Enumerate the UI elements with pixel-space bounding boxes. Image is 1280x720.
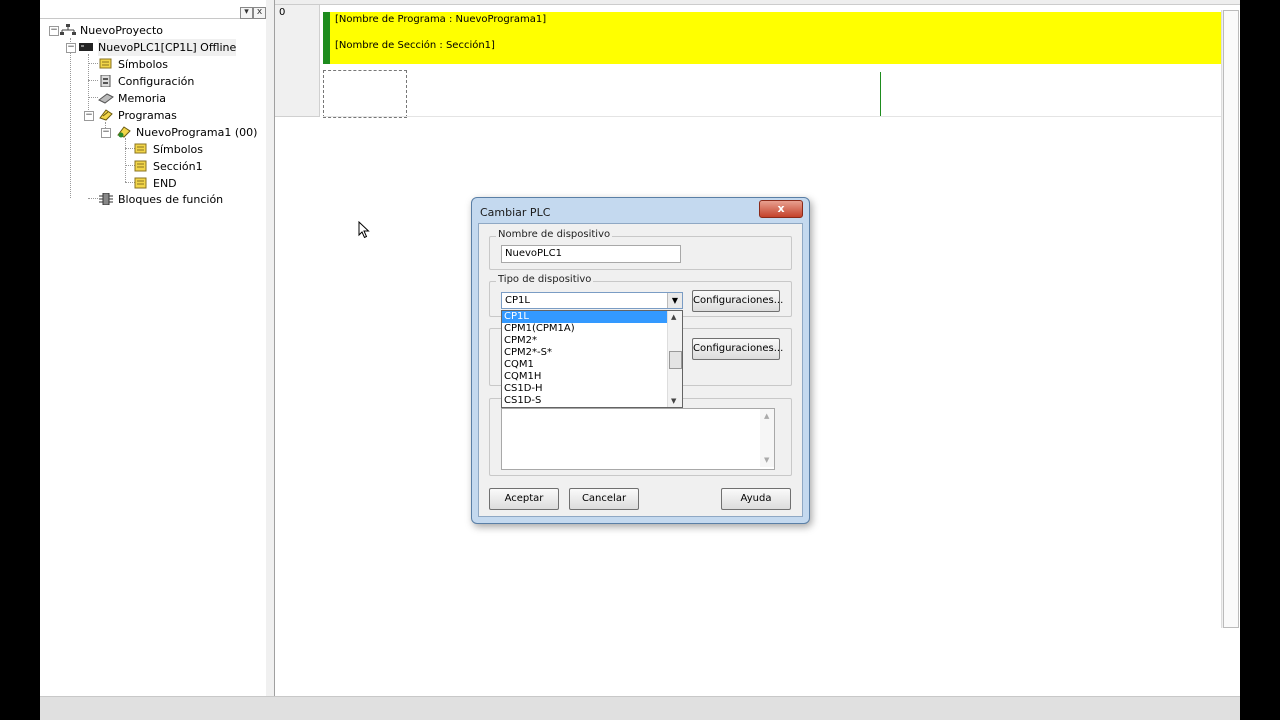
section-icon [134, 177, 147, 189]
change-plc-dialog: Cambiar PLC x Nombre de dispositivo Nuev… [471, 197, 810, 524]
panel-dropdown-button[interactable]: ▾ [240, 7, 253, 19]
tree-item-label: Bloques de función [118, 192, 224, 206]
tree-item-programs[interactable]: Programas [98, 106, 177, 123]
status-bar [40, 696, 1240, 720]
tree-connector [88, 63, 98, 64]
tree-connector [88, 198, 98, 199]
chevron-down-icon[interactable]: ▼ [667, 293, 682, 308]
rung-gutter: 0 [275, 5, 320, 117]
mouse-pointer-icon [358, 221, 370, 239]
device-option-cs1d-h[interactable]: CS1D-H [502, 383, 668, 395]
tree-item-function-blocks[interactable]: Bloques de función [98, 190, 223, 207]
symbols-icon [99, 58, 112, 69]
scroll-up-icon[interactable]: ▲ [764, 412, 769, 420]
tree-item-memory[interactable]: Memoria [98, 89, 166, 106]
dialog-body: Nombre de dispositivo NuevoPLC1 Tipo de … [478, 223, 803, 517]
power-rail [323, 12, 330, 64]
column-ruler [275, 0, 1240, 5]
comment-scrollbar[interactable]: ▲ ▼ [760, 409, 774, 467]
device-option-cqm1[interactable]: CQM1 [502, 359, 668, 371]
device-option-cpm1[interactable]: CPM1(CPM1A) [502, 323, 668, 335]
tree-item-label: Configuración [118, 74, 195, 88]
device-type-settings-button[interactable]: Configuraciones... [692, 290, 783, 312]
device-option-cqm1h[interactable]: CQM1H [502, 371, 668, 383]
program-icon [117, 126, 131, 138]
rung-divider [323, 116, 1221, 117]
collapse-toggle[interactable]: − [49, 26, 59, 36]
tree-item-program-symbols[interactable]: Símbolos [133, 140, 203, 157]
program-header: [Nombre de Programa : NuevoPrograma1] [N… [323, 12, 1221, 64]
tree-item-label: Memoria [118, 91, 167, 105]
tree-item-label: END [153, 176, 177, 190]
tree-item-configuration[interactable]: Configuración [98, 72, 194, 89]
tree-item-label: Símbolos [153, 142, 203, 156]
project-tree-panel: ▾ x − − − − NuevoProyecto NuevoPLC1[CP1L… [40, 0, 267, 696]
dialog-close-button[interactable]: x [759, 200, 803, 218]
tree-connector [88, 80, 98, 81]
settings-icon [100, 75, 111, 87]
tree-item-section-1[interactable]: Sección1 [133, 157, 203, 174]
tree-item-label: Programas [118, 108, 177, 122]
device-name-input[interactable]: NuevoPLC1 [501, 245, 681, 263]
plc-icon [79, 43, 93, 51]
device-type-selected-value: CP1L [505, 295, 530, 306]
symbols-icon [134, 143, 147, 154]
scrollbar-thumb[interactable] [1223, 10, 1239, 628]
tree-item-label: NuevoProyecto [80, 23, 164, 37]
comment-textarea[interactable]: ▲ ▼ [501, 408, 775, 470]
tree-item-end[interactable]: END [133, 174, 177, 191]
tree-panel-header: ▾ x [40, 4, 266, 19]
tree-connector [70, 38, 71, 198]
device-option-cp1l[interactable]: CP1L [502, 311, 668, 323]
scroll-up-icon[interactable]: ▲ [671, 313, 676, 321]
device-option-cpm2-s[interactable]: CPM2*-S* [502, 347, 668, 359]
tree-connector [125, 138, 126, 182]
dropdown-scrollbar[interactable]: ▲ ▼ [667, 311, 682, 407]
panel-splitter[interactable] [266, 0, 275, 696]
section-icon [134, 160, 147, 172]
collapse-toggle[interactable]: − [101, 128, 111, 138]
device-option-cs1d-s[interactable]: CS1D-S [502, 395, 668, 407]
network-icon [60, 24, 76, 35]
tree-item-project[interactable]: NuevoProyecto [60, 21, 163, 38]
tree-connector [88, 97, 98, 98]
tree-item-plc[interactable]: NuevoPLC1[CP1L] Offline [78, 38, 237, 56]
tree-item-label: Símbolos [118, 57, 168, 71]
tree-item-symbols[interactable]: Símbolos [98, 55, 168, 72]
help-button[interactable]: Ayuda [721, 488, 791, 510]
cpu-settings-button[interactable]: Configuraciones... [692, 338, 783, 360]
tree-item-label: Sección1 [153, 159, 203, 173]
tree-item-program-1[interactable]: NuevoPrograma1 (00) [116, 123, 257, 140]
collapse-toggle[interactable]: − [66, 43, 76, 53]
device-type-select[interactable]: CP1L ▼ [501, 292, 683, 309]
rung-number: 0 [279, 7, 286, 18]
dialog-title: Cambiar PLC [480, 206, 551, 219]
device-name-group: Nombre de dispositivo NuevoPLC1 [489, 229, 792, 270]
cancel-button[interactable]: Cancelar [569, 488, 639, 510]
section-name-label: [Nombre de Sección : Sección1] [335, 40, 495, 51]
device-type-dropdown-list[interactable]: CP1L CPM1(CPM1A) CPM2* CPM2*-S* CQM1 CQM… [501, 310, 683, 408]
memory-icon [98, 93, 114, 104]
right-power-rail [880, 72, 881, 116]
scroll-down-icon[interactable]: ▼ [671, 397, 676, 405]
device-option-cpm2[interactable]: CPM2* [502, 335, 668, 347]
collapse-toggle[interactable]: − [84, 111, 94, 121]
tree-item-label: NuevoPrograma1 (00) [136, 125, 258, 139]
panel-close-button[interactable]: x [253, 7, 266, 19]
vertical-scrollbar[interactable] [1221, 10, 1239, 628]
program-name-label: [Nombre de Programa : NuevoPrograma1] [335, 14, 547, 25]
scrollbar-thumb[interactable] [669, 351, 682, 369]
ladder-cursor[interactable] [323, 70, 407, 118]
tree-item-label: NuevoPLC1[CP1L] Offline [98, 38, 237, 56]
programs-icon [99, 109, 113, 121]
function-block-icon [99, 193, 113, 205]
scroll-down-icon[interactable]: ▼ [764, 456, 769, 464]
accept-button[interactable]: Aceptar [489, 488, 559, 510]
device-name-group-title: Nombre de dispositivo [496, 229, 613, 240]
device-type-group-title: Tipo de dispositivo [496, 274, 594, 285]
